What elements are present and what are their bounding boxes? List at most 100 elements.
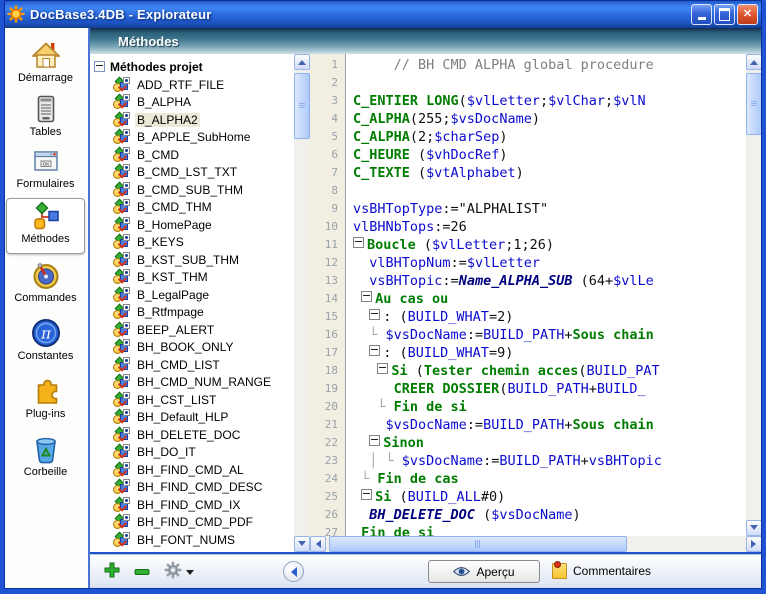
sidebar-item-tables[interactable]: Tables — [6, 92, 85, 146]
sidebar-item-commandes[interactable]: Commandes — [6, 258, 85, 312]
collapse-box-icon[interactable] — [377, 363, 388, 374]
code-line: │ └ $vsDocName:=BUILD_PATH+vsBHTopic — [347, 452, 746, 470]
editor-hscroll-thumb[interactable] — [329, 536, 627, 552]
scroll-down-icon[interactable] — [746, 520, 762, 536]
editor-vscroll-thumb[interactable] — [746, 73, 762, 135]
scroll-right-icon[interactable] — [746, 536, 762, 552]
gear-logo-icon — [7, 5, 25, 23]
tree-item-b-keys[interactable]: B_KEYS — [90, 234, 294, 252]
tree-item-bh-find-cmd-pdf[interactable]: BH_FIND_CMD_PDF — [90, 514, 294, 532]
tree-item-b-kst-sub-thm[interactable]: B_KST_SUB_THM — [90, 251, 294, 269]
collapse-box-icon[interactable] — [361, 291, 372, 302]
tree-item-b-cmd[interactable]: B_CMD — [90, 146, 294, 164]
tree-item-bh-find-cmd-desc[interactable]: BH_FIND_CMD_DESC — [90, 479, 294, 497]
line-number: 17 — [310, 344, 345, 362]
gear-icon — [164, 561, 182, 579]
tree-item-label: BH_DELETE_DOC — [135, 428, 242, 442]
tree-item-bh-cmd-list[interactable]: BH_CMD_LIST — [90, 356, 294, 374]
title-bar[interactable]: DocBase3.4DB - Explorateur ✕ — [0, 0, 766, 28]
add-method-button[interactable] — [104, 562, 120, 583]
tree-item-b-kst-thm[interactable]: B_KST_THM — [90, 269, 294, 287]
list-scroll-thumb[interactable] — [294, 73, 310, 139]
code-line: vlBHTopNum:=$vlLetter — [347, 254, 746, 272]
tree-item-b-cmd-lst-txt[interactable]: B_CMD_LST_TXT — [90, 164, 294, 182]
method-icon — [113, 323, 130, 337]
tree-item-label: BH_FONT_NUMS — [135, 533, 237, 547]
collapse-box-icon[interactable] — [361, 489, 372, 500]
tree-item-bh-delete-doc[interactable]: BH_DELETE_DOC — [90, 426, 294, 444]
eye-icon — [453, 566, 470, 577]
tree-item-bh-cst-list[interactable]: BH_CST_LIST — [90, 391, 294, 409]
tree-item-b-legalpage[interactable]: B_LegalPage — [90, 286, 294, 304]
collapse-box-icon[interactable] — [369, 435, 380, 446]
sidebar-item-label: Méthodes — [7, 233, 84, 245]
method-icon — [113, 305, 130, 319]
sidebar: Démarrage Tables OKFormulaires Méthodes Comm… — [4, 28, 90, 589]
maximize-button[interactable] — [714, 4, 735, 25]
sidebar-item-corbeille[interactable]: Corbeille — [6, 432, 85, 486]
line-number: 15 — [310, 308, 345, 326]
tree-item-add-rtf-file[interactable]: ADD_RTF_FILE — [90, 76, 294, 94]
preview-button[interactable]: Aperçu — [428, 560, 540, 583]
minimize-button[interactable] — [691, 4, 712, 25]
editor-vscrollbar[interactable] — [746, 54, 762, 536]
tree-item-label: B_LegalPage — [135, 288, 211, 302]
home-icon — [30, 39, 62, 71]
puzzle-icon — [30, 375, 62, 407]
sidebar-item-m-thodes[interactable]: Méthodes — [6, 198, 85, 254]
tree-item-b-apple-subhome[interactable]: B_APPLE_SubHome — [90, 129, 294, 147]
sidebar-item-plug-ins[interactable]: Plug-ins — [6, 374, 85, 428]
tree-item-label: BH_FIND_CMD_PDF — [135, 515, 255, 529]
scroll-left-icon[interactable] — [310, 536, 326, 552]
panel-title: Méthodes — [90, 34, 179, 49]
code-area[interactable]: // BH CMD ALPHA global procedureC_ENTIER… — [347, 54, 746, 536]
scroll-down-icon[interactable] — [294, 536, 310, 552]
tree-item-b-alpha2[interactable]: B_ALPHA2 — [90, 111, 294, 129]
tree-root[interactable]: Méthodes projet — [90, 54, 294, 76]
tree-item-b-cmd-thm[interactable]: B_CMD_THM — [90, 199, 294, 217]
collapse-box-icon[interactable] — [353, 237, 364, 248]
code-line — [347, 74, 746, 92]
tree-item-bh-font-nums[interactable]: BH_FONT_NUMS — [90, 531, 294, 549]
sidebar-item-label: Corbeille — [6, 466, 85, 478]
line-number: 20 — [310, 398, 345, 416]
collapse-panel-button[interactable] — [283, 561, 304, 582]
tree-item-bh-do-it[interactable]: BH_DO_IT — [90, 444, 294, 462]
line-number: 1 — [310, 56, 345, 74]
editor-hscrollbar[interactable] — [310, 536, 762, 552]
app-icon[interactable] — [7, 5, 25, 23]
tree-item-label: B_CMD_THM — [135, 200, 214, 214]
sidebar-item-formulaires[interactable]: OKFormulaires — [6, 144, 85, 198]
close-icon: ✕ — [743, 9, 752, 20]
line-number: 27 — [310, 524, 345, 536]
tree-item-bh-default-hlp[interactable]: BH_Default_HLP — [90, 409, 294, 427]
scroll-up-icon[interactable] — [294, 54, 310, 70]
tree-items: ADD_RTF_FILEB_ALPHAB_ALPHA2 B_APPLE_SubHo… — [90, 76, 294, 549]
scroll-up-icon[interactable] — [746, 54, 762, 70]
tree-item-b-alpha[interactable]: B_ALPHA — [90, 94, 294, 112]
list-scrollbar[interactable] — [294, 54, 310, 552]
delete-method-button[interactable] — [134, 564, 150, 582]
sidebar-item-constantes[interactable]: πConstantes — [6, 316, 85, 370]
collapse-box-icon[interactable] — [94, 61, 105, 72]
tree-item-label: B_Rtfmpage — [135, 305, 206, 319]
plus-icon — [104, 562, 120, 578]
tree-item-b-rtfmpage[interactable]: B_Rtfmpage — [90, 304, 294, 322]
tree-item-b-homepage[interactable]: B_HomePage — [90, 216, 294, 234]
collapse-box-icon[interactable] — [369, 345, 380, 356]
sidebar-item-d-marrage[interactable]: Démarrage — [6, 38, 85, 92]
options-menu-button[interactable] — [164, 561, 194, 584]
tree-item-b-cmd-sub-thm[interactable]: B_CMD_SUB_THM — [90, 181, 294, 199]
tree-item-bh-book-only[interactable]: BH_BOOK_ONLY — [90, 339, 294, 357]
collapse-box-icon[interactable] — [369, 309, 380, 320]
sidebar-item-label: Tables — [6, 126, 85, 138]
tree-item-bh-find-cmd-al[interactable]: BH_FIND_CMD_AL — [90, 461, 294, 479]
comments-button[interactable]: Commentaires — [552, 563, 651, 579]
tree-item-bh-find-cmd-ix[interactable]: BH_FIND_CMD_IX — [90, 496, 294, 514]
tree-item-beep-alert[interactable]: BEEP_ALERT — [90, 321, 294, 339]
tree-item-bh-cmd-num-range[interactable]: BH_CMD_NUM_RANGE — [90, 374, 294, 392]
close-button[interactable]: ✕ — [737, 4, 758, 25]
tree-item-label: B_ALPHA2 — [135, 113, 200, 127]
line-number: 4 — [310, 110, 345, 128]
code-line: Boucle ($vlLetter;1;26) — [347, 236, 746, 254]
